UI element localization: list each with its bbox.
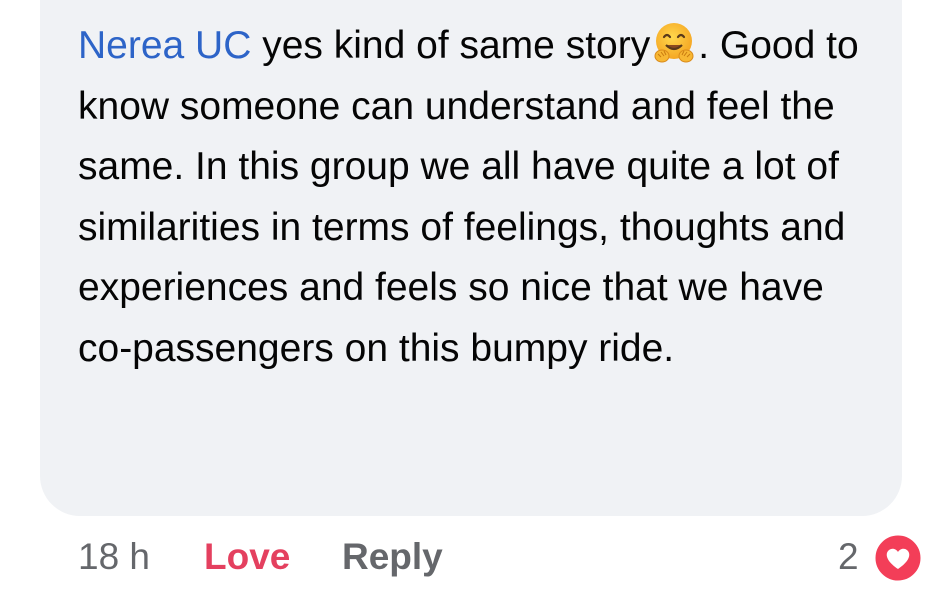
comment-text-start: yes kind of same story [251,24,651,67]
heart-icon[interactable] [872,532,924,584]
reaction-count[interactable]: 2 [838,536,859,578]
comment-view: Nerea UC yes kind of same story . Good t… [0,0,945,594]
author-name[interactable]: Nerea UC [78,24,251,67]
hugging-face-icon [654,23,694,63]
reply-button[interactable]: Reply [342,536,443,578]
love-button[interactable]: Love [204,536,290,578]
comment-text-end: . Good to know someone can understand an… [78,24,859,370]
comment-timestamp[interactable]: 18 h [78,536,150,578]
comment-actions: 18 h Love Reply 2 [0,528,945,588]
comment-body: Nerea UC yes kind of same story . Good t… [78,16,888,379]
